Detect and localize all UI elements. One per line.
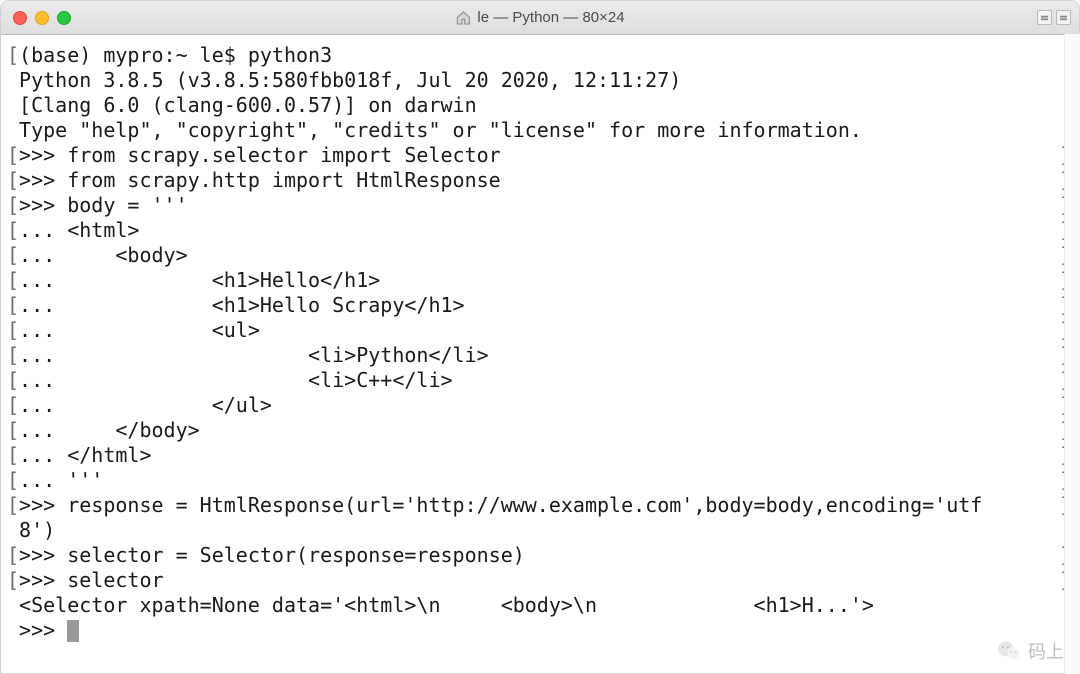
bracket-left-icon: [ [7,143,19,167]
window-title-text: le — Python — 80×24 [477,9,624,26]
terminal-line[interactable]: [... <h1>Hello Scrapy</h1>] [7,293,1073,318]
terminal-text: ... <li>Python</li> [19,343,489,367]
terminal-text: <Selector xpath=None data='<html>\n <bod… [19,593,874,617]
terminal-text: >>> selector [19,568,164,592]
terminal-text: ... </html> [19,443,151,467]
bracket-left-icon: [ [7,343,19,367]
terminal-line[interactable]: [(base) mypro:~ le$ python3 [7,43,1073,68]
bracket-left-icon: [ [7,318,19,342]
terminal-text: ... <ul> [19,318,260,342]
terminal-line[interactable]: [>>> from scrapy.selector import Selecto… [7,143,1073,168]
terminal-line[interactable]: [... <li>C++</li>] [7,368,1073,393]
terminal-body[interactable]: [(base) mypro:~ le$ python3 Python 3.8.5… [1,35,1079,673]
bracket-left-icon: [ [7,218,19,242]
terminal-text: >>> response = HtmlResponse(url='http://… [19,493,982,517]
terminal-line[interactable]: >>> [7,618,1073,643]
minimize-button[interactable] [35,11,49,25]
terminal-line[interactable]: [... <ul>] [7,318,1073,343]
terminal-text: >>> selector = Selector(response=respons… [19,543,525,567]
terminal-line[interactable]: Type "help", "copyright", "credits" or "… [7,118,1073,143]
cursor [67,620,79,642]
bracket-left-icon: [ [7,368,19,392]
terminal-text: ... <body> [19,243,188,267]
terminal-text: ... </body> [19,418,200,442]
bracket-left-icon: [ [7,418,19,442]
window-title: le — Python — 80×24 [455,9,624,26]
terminal-text: >>> from scrapy.http import HtmlResponse [19,168,501,192]
terminal-text: [Clang 6.0 (clang-600.0.57)] on darwin [19,93,477,117]
terminal-line[interactable]: [... </ul>] [7,393,1073,418]
titlebar[interactable]: le — Python — 80×24 [1,1,1079,35]
terminal-window: le — Python — 80×24 [(base) mypro:~ le$ … [0,0,1080,674]
bracket-left-icon: [ [7,293,19,317]
terminal-line[interactable]: [... <h1>Hello</h1>] [7,268,1073,293]
titlebar-button-1[interactable] [1037,10,1052,25]
terminal-line[interactable]: [... <body>] [7,243,1073,268]
terminal-text: (base) mypro:~ le$ python3 [19,43,332,67]
bracket-left-icon: [ [7,243,19,267]
bracket-left-icon: [ [7,393,19,417]
terminal-text: Type "help", "copyright", "credits" or "… [19,118,862,142]
bracket-left-icon: [ [7,468,19,492]
bracket-left-icon: [ [7,268,19,292]
terminal-line[interactable]: [>>> selector = Selector(response=respon… [7,543,1073,568]
terminal-line[interactable]: [... <li>Python</li>] [7,343,1073,368]
bracket-left-icon: [ [7,43,19,67]
terminal-line[interactable]: [Clang 6.0 (clang-600.0.57)] on darwin [7,93,1073,118]
terminal-text: ... <html> [19,218,139,242]
terminal-line[interactable]: [>>> selector] [7,568,1073,593]
terminal-text: ... <h1>Hello</h1> [19,268,380,292]
terminal-line[interactable]: [>>> body = '''] [7,193,1073,218]
bracket-left-icon: [ [7,543,19,567]
terminal-line[interactable]: 8') [7,518,1073,543]
terminal-text: ... </ul> [19,393,272,417]
terminal-text: >>> [19,618,67,642]
terminal-content[interactable]: [(base) mypro:~ le$ python3 Python 3.8.5… [7,43,1073,643]
scrollbar[interactable] [1064,34,1080,674]
bracket-left-icon: [ [7,193,19,217]
terminal-text: ... ''' [19,468,103,492]
terminal-text: 8') [19,518,55,542]
bracket-left-icon: [ [7,443,19,467]
bracket-left-icon: [ [7,168,19,192]
close-button[interactable] [13,11,27,25]
terminal-line[interactable]: <Selector xpath=None data='<html>\n <bod… [7,593,1073,618]
traffic-lights [1,11,71,25]
bracket-left-icon: [ [7,568,19,592]
titlebar-button-2[interactable] [1056,10,1071,25]
terminal-line[interactable]: [... '''] [7,468,1073,493]
terminal-line[interactable]: [... </body>] [7,418,1073,443]
terminal-text: >>> from scrapy.selector import Selector [19,143,501,167]
terminal-text: ... <li>C++</li> [19,368,452,392]
terminal-line[interactable]: [>>> from scrapy.http import HtmlRespons… [7,168,1073,193]
terminal-text: ... <h1>Hello Scrapy</h1> [19,293,465,317]
terminal-text: Python 3.8.5 (v3.8.5:580fbb018f, Jul 20 … [19,68,681,92]
terminal-line[interactable]: [... </html>] [7,443,1073,468]
terminal-line[interactable]: [>>> response = HtmlResponse(url='http:/… [7,493,1073,518]
titlebar-right-controls [1037,10,1071,25]
terminal-line[interactable]: [... <html>] [7,218,1073,243]
terminal-line[interactable]: Python 3.8.5 (v3.8.5:580fbb018f, Jul 20 … [7,68,1073,93]
terminal-text: >>> body = ''' [19,193,188,217]
home-icon [455,10,471,26]
bracket-left-icon: [ [7,493,19,517]
maximize-button[interactable] [57,11,71,25]
